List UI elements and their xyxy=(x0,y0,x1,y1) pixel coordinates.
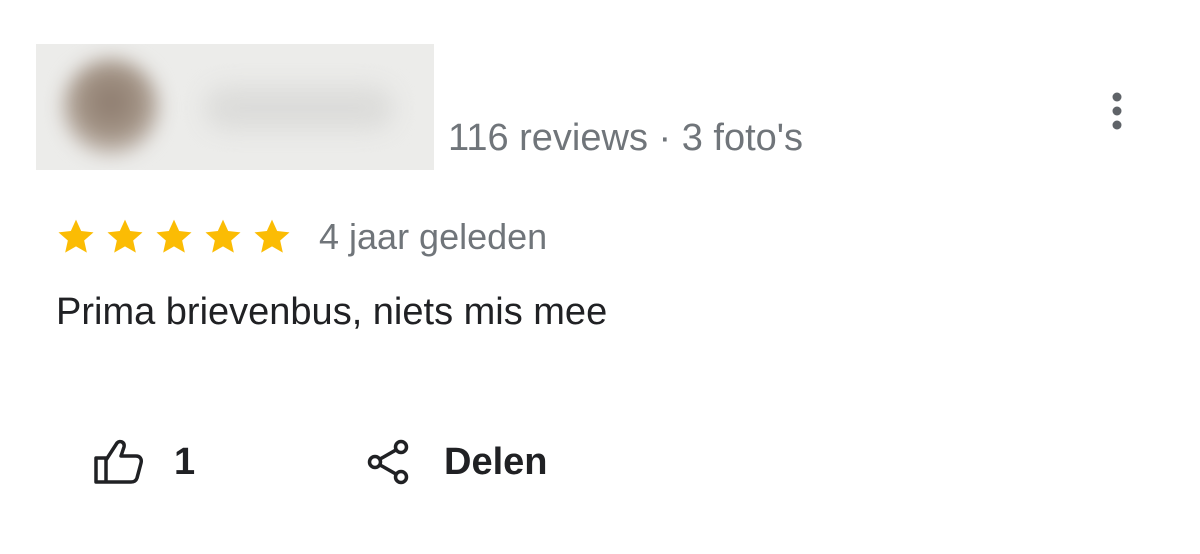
like-button[interactable]: 1 xyxy=(92,432,195,492)
review-date: 4 jaar geleden xyxy=(319,216,548,257)
more-vert-icon xyxy=(1112,92,1122,130)
share-button[interactable]: Delen xyxy=(366,432,547,492)
star-icon xyxy=(205,219,241,253)
star-icon xyxy=(107,219,143,253)
reviewer-name-blurred[interactable] xyxy=(204,86,394,130)
share-icon xyxy=(367,439,409,485)
rating-row: 4 jaar geleden xyxy=(56,214,547,260)
star-rating xyxy=(56,217,301,257)
reviewer-profile-blurred[interactable] xyxy=(36,44,434,170)
more-options-button[interactable] xyxy=(1096,88,1138,134)
reviewer-stats: 116 reviews · 3 foto's xyxy=(448,117,804,159)
thumb-up-icon xyxy=(94,439,143,484)
star-icon xyxy=(254,219,290,253)
like-count: 1 xyxy=(174,440,196,483)
avatar[interactable] xyxy=(62,58,160,156)
star-icon xyxy=(58,219,94,253)
share-label: Delen xyxy=(444,440,548,483)
review-text: Prima brievenbus, niets mis mee xyxy=(56,291,608,333)
star-icon xyxy=(156,219,192,253)
